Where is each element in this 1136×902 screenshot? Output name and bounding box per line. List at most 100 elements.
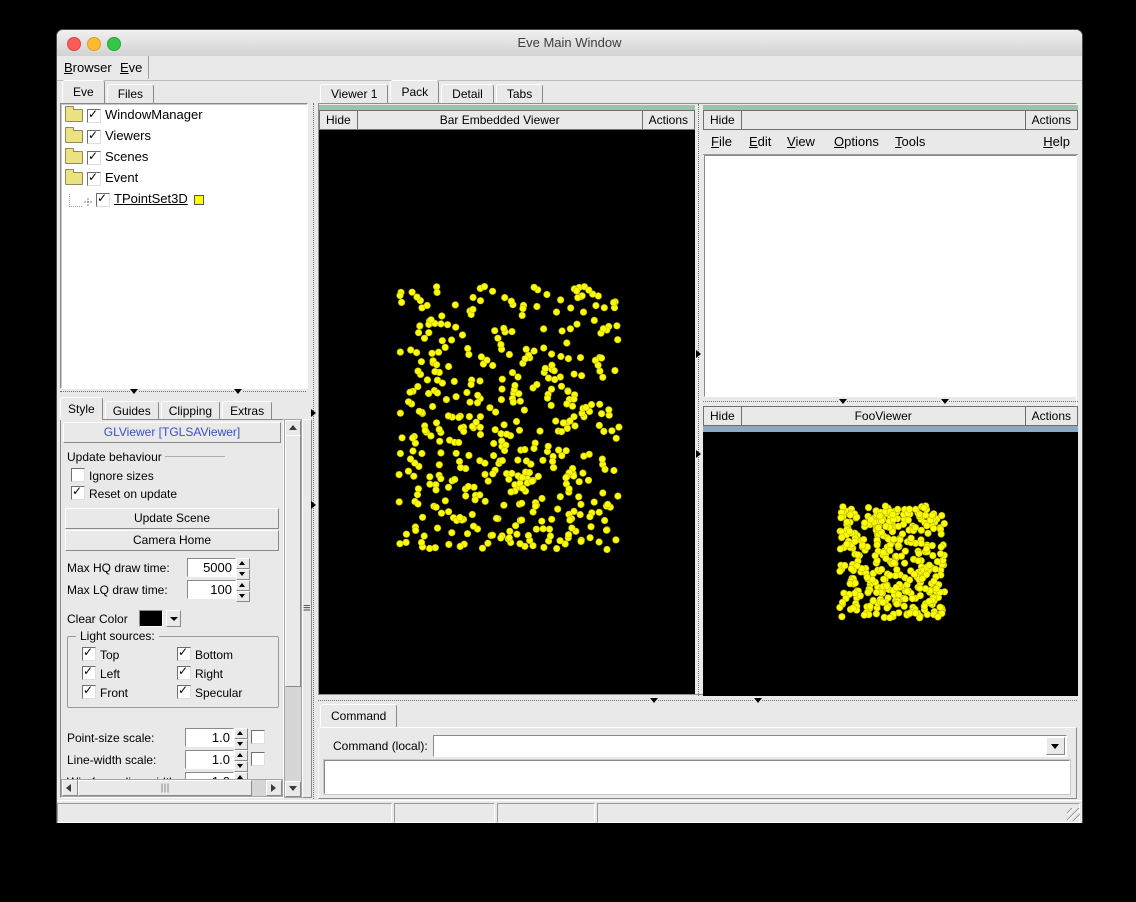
combo-dropdown-icon[interactable] [1046,737,1065,755]
pack-v-splitter[interactable] [695,104,703,696]
tree-item-label[interactable]: Viewers [105,128,151,143]
folder-icon[interactable] [65,109,83,122]
checkbox[interactable] [87,172,101,186]
camera-home-button[interactable]: Camera Home [65,530,279,551]
tree-item-label[interactable]: Event [105,170,138,185]
clear-color-swatch[interactable] [139,610,163,627]
checkbox[interactable] [96,193,110,207]
max-lq-field[interactable]: 100 [187,580,236,599]
light-specular[interactable]: Specular [177,685,272,700]
splitter-arrow-icon[interactable] [696,350,701,358]
color-dropdown-icon[interactable] [166,610,181,627]
ignore-sizes-row[interactable]: Ignore sizes [71,468,279,483]
actions-button[interactable]: Actions [642,110,695,130]
sidebar-h-splitter[interactable] [60,387,306,395]
tab-detail[interactable]: Detail [441,84,494,103]
line-width-field[interactable]: 1.0 [185,750,234,769]
glviewer-button[interactable]: GLViewer [TGLSAViewer] [63,422,281,443]
tree-row[interactable]: Event [61,167,307,188]
checkbox[interactable] [82,647,96,661]
menu-item-view[interactable]: View [787,134,815,149]
menu-item-browser[interactable]: Browser [64,60,112,75]
scroll-left-icon[interactable] [62,780,78,796]
light-front[interactable]: Front [82,685,177,700]
light-right[interactable]: Right [177,666,272,681]
tree-row[interactable]: Viewers [61,125,307,146]
gl-canvas[interactable] [319,130,695,694]
tab-pack[interactable]: Pack [390,80,439,103]
tab-guides[interactable]: Guides [105,401,159,420]
tree-row[interactable]: Scenes [61,146,307,167]
spin-up-icon[interactable] [234,728,248,739]
checkbox[interactable] [71,468,85,482]
max-hq-field[interactable]: 5000 [187,558,236,577]
checkbox[interactable] [87,109,101,123]
tree-item-label[interactable]: WindowManager [105,107,203,122]
right-col-h-splitter[interactable] [703,397,1078,405]
spin-down-icon[interactable] [236,591,250,602]
checkbox[interactable] [251,752,265,766]
folder-open-icon[interactable] [65,172,83,185]
light-bottom[interactable]: Bottom [177,647,272,662]
reset-on-update-row[interactable]: Reset on update [71,486,279,501]
checkbox[interactable] [87,130,101,144]
gl-canvas[interactable] [703,432,1078,696]
spin-up-icon[interactable] [236,580,250,591]
checkbox[interactable] [177,666,191,680]
light-top[interactable]: Top [82,647,177,662]
resize-grip-icon[interactable] [1067,808,1080,821]
hide-button[interactable]: Hide [319,110,358,130]
checkbox[interactable] [82,685,96,699]
viewer-title[interactable]: Bar Embedded Viewer [357,110,643,130]
splitter-arrow-icon[interactable] [839,399,847,404]
tree-row-child[interactable]: TPointSet3D [61,188,307,209]
splitter-arrow-icon[interactable] [941,399,949,404]
splitter-arrow-icon[interactable] [311,501,316,509]
spin-down-icon[interactable] [234,739,248,750]
menu-item-file[interactable]: File [711,134,732,149]
scroll-down-icon[interactable] [285,781,301,797]
menu-item-options[interactable]: Options [834,134,879,149]
tab-eve[interactable]: Eve [62,80,105,103]
splitter-arrow-icon[interactable] [696,450,701,458]
scroll-right-icon[interactable] [266,780,282,796]
sidebar-pack-splitter[interactable] [310,103,318,819]
viewer-title[interactable]: FooViewer [741,406,1026,426]
tree-item-label[interactable]: Scenes [105,149,148,164]
style-v-scrollbar[interactable] [284,419,302,798]
checkbox[interactable] [87,151,101,165]
splitter-arrow-icon[interactable] [130,389,138,394]
tree-row[interactable]: WindowManager [61,104,307,125]
hide-button[interactable]: Hide [703,110,742,130]
menu-item-tools[interactable]: Tools [895,134,925,149]
root-canvas[interactable] [704,155,1077,397]
splitter-arrow-icon[interactable] [311,409,316,417]
hide-button[interactable]: Hide [703,406,742,426]
viewer-title[interactable] [741,110,1026,130]
marker-color-swatch[interactable] [194,195,204,205]
tab-files[interactable]: Files [107,84,154,103]
splitter-arrow-icon[interactable] [650,698,658,703]
tab-clipping[interactable]: Clipping [161,401,220,420]
spin-down-icon[interactable] [234,761,248,772]
checkbox[interactable] [177,647,191,661]
tab-style[interactable]: Style [60,397,103,420]
tab-command[interactable]: Command [320,704,397,727]
spin-down-icon[interactable] [236,569,250,580]
command-output[interactable] [324,760,1070,794]
point-size-field[interactable]: 1.0 [185,728,234,747]
command-splitter[interactable] [318,696,1077,704]
folder-icon[interactable] [65,130,83,143]
splitter-arrow-icon[interactable] [234,389,242,394]
command-input[interactable] [433,735,1067,757]
splitter-arrow-icon[interactable] [754,698,762,703]
title-bar[interactable]: Eve Main Window [57,30,1082,57]
folder-icon[interactable] [65,151,83,164]
menu-item-edit[interactable]: Edit [749,134,771,149]
style-h-scrollbar[interactable] [61,779,283,797]
scroll-up-icon[interactable] [285,420,301,436]
tab-viewer-1[interactable]: Viewer 1 [320,84,388,103]
actions-button[interactable]: Actions [1025,406,1078,426]
menu-item-help[interactable]: Help [1043,134,1070,149]
light-left[interactable]: Left [82,666,177,681]
